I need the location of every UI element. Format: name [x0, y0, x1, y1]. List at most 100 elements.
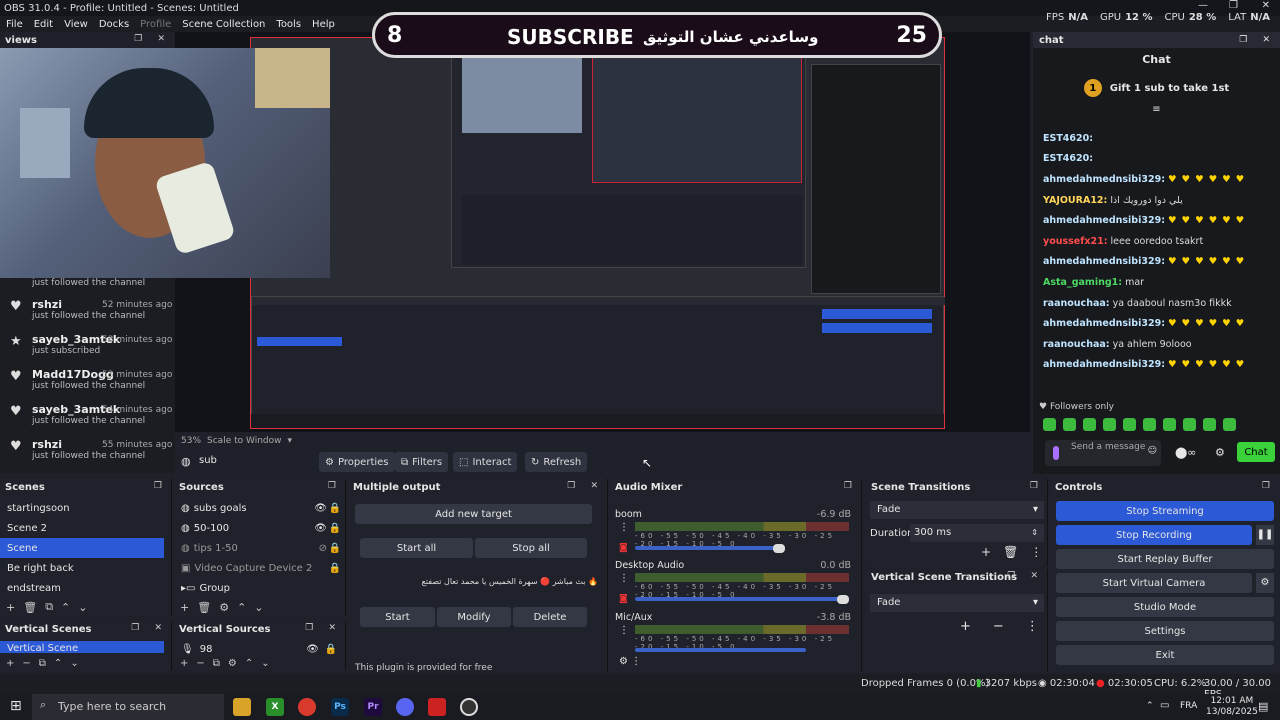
mute-icon[interactable]: ◙	[619, 543, 628, 553]
interact-button[interactable]: ⬚ Interact	[453, 452, 518, 472]
source-item[interactable]: ◍ tips 1-50 ⊘ 🔒	[174, 538, 345, 558]
clock[interactable]: 12:01 AM 13/08/2025	[1206, 696, 1258, 718]
chat-username[interactable]: youssefx21:	[1043, 236, 1108, 247]
trash-icon[interactable]: 🗑	[1003, 545, 1018, 559]
screen-capture-source[interactable]	[250, 37, 945, 429]
arrow-down-icon[interactable]: ⌄	[254, 601, 263, 614]
volume-slider[interactable]	[635, 597, 849, 601]
menu-edit[interactable]: Edit	[34, 19, 53, 30]
start-all-button[interactable]: Start all	[360, 538, 473, 558]
arrow-down-icon[interactable]: ⌄	[261, 658, 269, 669]
vertical-transition-select[interactable]: Fade ▾	[870, 594, 1044, 612]
chat-username[interactable]: EST4620:	[1043, 153, 1093, 164]
add-new-target-button[interactable]: Add new target	[355, 504, 592, 524]
chat-username[interactable]: ahmedahmednsibi329:	[1043, 174, 1165, 185]
source-item[interactable]: ◍ 50-100 👁 🔒	[174, 518, 345, 538]
scene-item[interactable]: startingsoon	[0, 498, 171, 518]
chat-username[interactable]: YAJOURA12:	[1043, 195, 1107, 206]
menu-scene-collection[interactable]: Scene Collection	[182, 19, 265, 30]
menu-profile[interactable]: Profile	[140, 19, 171, 30]
scene-item[interactable]: endstream	[0, 578, 171, 598]
chat-username[interactable]: ahmedahmednsibi329:	[1043, 256, 1165, 267]
taskbar-search[interactable]: ⌕ Type here to search	[32, 694, 224, 720]
dock-float-icon[interactable]: ❐	[1262, 481, 1276, 491]
exit-button[interactable]: Exit	[1056, 645, 1274, 665]
chat-username[interactable]: raanouchaa:	[1043, 339, 1110, 350]
chat-username[interactable]: ahmedahmednsibi329:	[1043, 215, 1165, 226]
duration-input[interactable]: 300 ms ⇕	[910, 524, 1044, 542]
dock-buttons[interactable]: ❐ ✕	[1239, 35, 1276, 45]
windows-start-icon[interactable]: ⊞	[10, 698, 22, 714]
delete-button[interactable]: Delete	[513, 607, 587, 627]
filter-icon[interactable]: ⧉	[213, 658, 220, 669]
add-icon[interactable]: +	[6, 658, 14, 669]
gear-icon[interactable]: ⚙ ⋮	[619, 656, 641, 667]
scene-item[interactable]: Scene 2	[0, 518, 171, 538]
chat-username[interactable]: Asta_gaming1:	[1043, 277, 1122, 288]
emote-icon[interactable]	[1223, 418, 1236, 431]
dock-buttons[interactable]: ❐ ✕	[305, 623, 342, 633]
replay-buffer-button[interactable]: Start Replay Buffer	[1056, 549, 1274, 569]
volume-slider-knob[interactable]	[773, 544, 785, 553]
minimize-icon[interactable]: —	[1198, 0, 1208, 11]
dock-float-icon[interactable]: ❐	[1030, 481, 1044, 491]
stop-recording-button[interactable]: Stop Recording	[1056, 525, 1252, 545]
gear-icon[interactable]: ⚙	[228, 658, 237, 669]
chevron-up-icon[interactable]: ⌃	[1146, 701, 1154, 711]
mute-icon[interactable]: ◙	[619, 594, 628, 604]
modify-button[interactable]: Modify	[437, 607, 511, 627]
add-icon[interactable]: +	[180, 658, 188, 669]
scale-mode[interactable]: Scale to Window	[207, 436, 281, 446]
obs-icon[interactable]	[460, 698, 478, 716]
pause-icon[interactable]: ❚❚	[1256, 525, 1274, 545]
arrow-down-icon[interactable]: ⌄	[70, 658, 78, 669]
dock-buttons[interactable]: ❐ ✕	[131, 623, 168, 633]
dock-buttons[interactable]: ❐ ✕	[567, 481, 604, 491]
close-icon[interactable]: ✕	[1262, 0, 1270, 11]
scene-item[interactable]: Be right back	[0, 558, 171, 578]
menu-file[interactable]: File	[6, 19, 23, 30]
filters-button[interactable]: ⧉ Filters	[395, 452, 449, 472]
dock-buttons[interactable]: ❐ ✕	[1007, 571, 1044, 581]
kebab-menu-icon[interactable]: ⋮	[1030, 545, 1042, 559]
notification-icon[interactable]: ▤	[1258, 700, 1268, 713]
discord-icon[interactable]	[396, 698, 414, 716]
filter-icon[interactable]: ⧉	[39, 658, 46, 669]
properties-button[interactable]: ⚙ Properties	[319, 452, 395, 472]
emote-icon[interactable]	[1083, 418, 1096, 431]
chevron-down-icon[interactable]: ▾	[287, 436, 292, 446]
source-item[interactable]: ▣ Video Capture Device 2 🔒	[174, 558, 345, 578]
file-explorer-icon[interactable]	[233, 698, 251, 716]
points-icon[interactable]: ⬤∞	[1175, 446, 1196, 459]
gift-banner[interactable]: 1 Gift 1 sub to take 1st	[1033, 72, 1280, 104]
arrow-up-icon[interactable]: ⌃	[245, 658, 253, 669]
trash-icon[interactable]: 🗑	[197, 601, 211, 614]
source-item[interactable]: ◍ subs goals 👁 🔒	[174, 498, 345, 518]
emote-icon[interactable]	[1123, 418, 1136, 431]
refresh-button[interactable]: ↻ Refresh	[525, 452, 588, 472]
source-item[interactable]: ▸▭ Group	[174, 578, 345, 598]
filter-icon[interactable]: ⧉	[45, 600, 53, 614]
dock-float-icon[interactable]: ❐	[154, 481, 168, 491]
volume-slider[interactable]	[635, 648, 806, 652]
arrow-up-icon[interactable]: ⌃	[61, 601, 70, 614]
transition-select[interactable]: Fade ▾	[870, 501, 1044, 519]
start-button[interactable]: Start	[360, 607, 435, 627]
add-icon[interactable]: +	[981, 545, 991, 559]
gear-icon[interactable]: ⚙	[219, 601, 229, 614]
network-icon[interactable]: ▭	[1160, 700, 1169, 711]
add-icon[interactable]: +	[6, 601, 15, 614]
dock-float-icon[interactable]: ❐	[328, 481, 342, 491]
chat-username[interactable]: ahmedahmednsibi329:	[1043, 318, 1165, 329]
maximize-icon[interactable]: ❐	[1229, 0, 1238, 11]
emote-icon[interactable]	[1163, 418, 1176, 431]
volume-slider-knob[interactable]	[837, 595, 849, 604]
emote-picker-icon[interactable]: ☺	[1148, 446, 1157, 456]
photoshop-icon[interactable]: Ps	[331, 698, 349, 716]
vertical-scene-item[interactable]: Vertical Scene	[0, 641, 164, 653]
arrow-up-icon[interactable]: ⌃	[237, 601, 246, 614]
volume-slider[interactable]	[635, 546, 785, 550]
expand-icon[interactable]: ≡	[1033, 104, 1280, 128]
emote-icon[interactable]	[1103, 418, 1116, 431]
emote-icon[interactable]	[1183, 418, 1196, 431]
